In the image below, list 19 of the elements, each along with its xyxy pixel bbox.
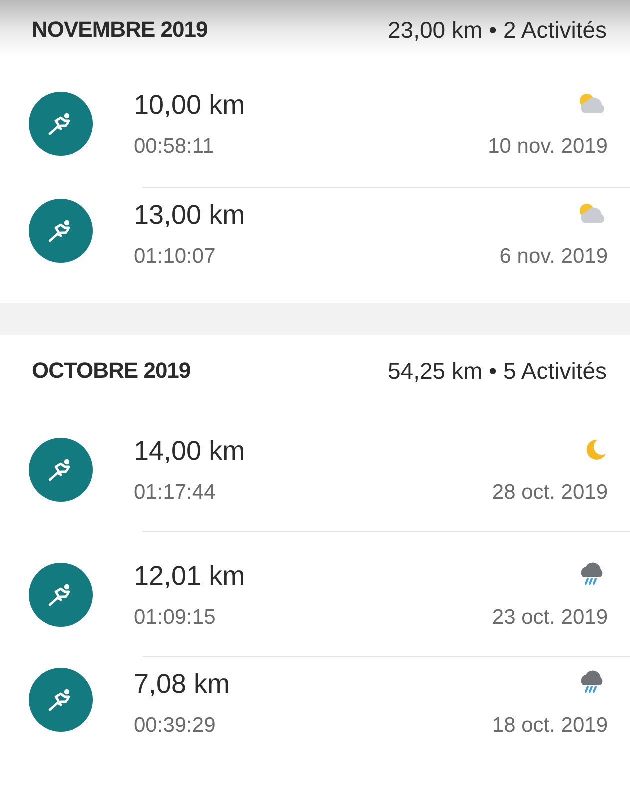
activity-duration: 00:58:11: [134, 135, 214, 159]
month-summary: 23,00 km • 2 Activités: [388, 16, 607, 44]
activity-duration: 01:17:44: [134, 480, 216, 504]
activity-date: 10 nov. 2019: [488, 135, 608, 159]
month-title: NOVEMBRE 2019: [32, 17, 208, 43]
activity-date: 28 oct. 2019: [492, 480, 608, 504]
activity-duration: 01:09:15: [134, 606, 216, 630]
month-title: OCTOBRE 2019: [32, 358, 191, 384]
activity-duration: 01:10:07: [134, 245, 216, 269]
activity-duration: 00:39:29: [134, 714, 216, 738]
activity-date: 6 nov. 2019: [500, 245, 608, 269]
activity-date: 18 oct. 2019: [492, 714, 608, 738]
activity-distance: 10,00 km: [134, 90, 246, 121]
activity-distance: 12,01 km: [134, 560, 246, 592]
activity-date: 23 oct. 2019: [492, 606, 608, 630]
activity-distance: 14,00 km: [134, 436, 246, 466]
month-summary: 54,25 km • 5 Activités: [388, 358, 607, 384]
activity-distance: 13,00 km: [134, 200, 246, 231]
activity-distance: 7,08 km: [134, 669, 230, 700]
